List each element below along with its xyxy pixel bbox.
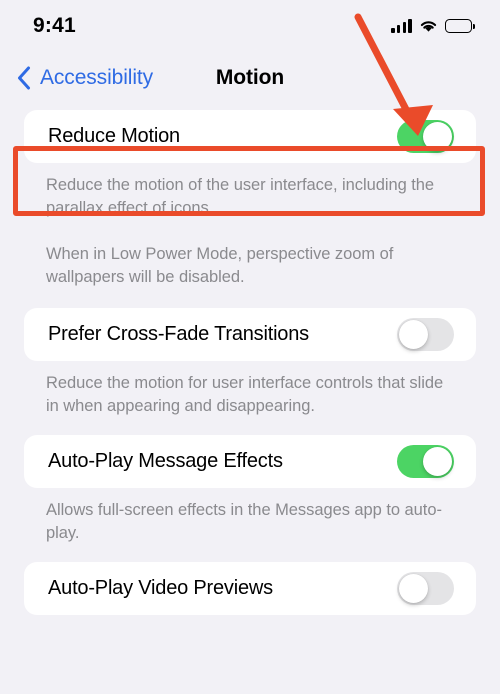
footer-paragraph: When in Low Power Mode, perspective zoom… — [46, 245, 394, 286]
footer-paragraph: Reduce the motion of the user interface,… — [46, 176, 435, 217]
row-label: Reduce Motion — [48, 125, 180, 147]
status-bar-icons — [391, 19, 475, 33]
toggle-auto-play-message-effects[interactable] — [397, 445, 454, 478]
chevron-left-icon — [17, 66, 31, 90]
settings-group-message-effects: Auto-Play Message Effects Allows full-sc… — [0, 435, 500, 545]
settings-group-video-previews: Auto-Play Video Previews — [0, 562, 500, 615]
toggle-prefer-cross-fade-transitions[interactable] — [397, 318, 454, 351]
footer-message-effects: Allows full-screen effects in the Messag… — [0, 488, 500, 545]
navigation-bar: Accessibility Motion — [0, 52, 500, 104]
wifi-icon — [419, 19, 438, 33]
toggle-knob — [398, 319, 429, 350]
footer-paragraph: Allows full-screen effects in the Messag… — [46, 501, 442, 542]
row-auto-play-message-effects[interactable]: Auto-Play Message Effects — [24, 435, 476, 488]
settings-list: Reduce Motion Reduce the motion of the u… — [0, 104, 500, 615]
status-bar-time: 9:41 — [33, 14, 76, 37]
toggle-knob — [422, 446, 453, 477]
toggle-reduce-motion[interactable] — [397, 120, 454, 153]
footer-cross-fade: Reduce the motion for user interface con… — [0, 361, 500, 418]
row-auto-play-video-previews[interactable]: Auto-Play Video Previews — [24, 562, 476, 615]
row-label: Auto-Play Video Previews — [48, 577, 273, 599]
toggle-knob — [398, 573, 429, 604]
settings-group-reduce-motion: Reduce Motion Reduce the motion of the u… — [0, 110, 500, 289]
status-bar: 9:41 — [0, 0, 500, 52]
toggle-auto-play-video-previews[interactable] — [397, 572, 454, 605]
row-reduce-motion[interactable]: Reduce Motion — [24, 110, 476, 163]
row-label: Auto-Play Message Effects — [48, 450, 283, 472]
back-button-label: Accessibility — [40, 66, 154, 89]
back-button[interactable]: Accessibility — [0, 66, 153, 90]
cellular-signal-icon — [391, 19, 412, 33]
battery-full-icon — [445, 19, 475, 33]
footer-paragraph: Reduce the motion for user interface con… — [46, 374, 444, 415]
toggle-knob — [422, 121, 453, 152]
footer-reduce-motion: Reduce the motion of the user interface,… — [0, 163, 500, 289]
row-prefer-cross-fade-transitions[interactable]: Prefer Cross-Fade Transitions — [24, 308, 476, 361]
settings-group-cross-fade: Prefer Cross-Fade Transitions Reduce the… — [0, 308, 500, 418]
row-label: Prefer Cross-Fade Transitions — [48, 323, 309, 345]
